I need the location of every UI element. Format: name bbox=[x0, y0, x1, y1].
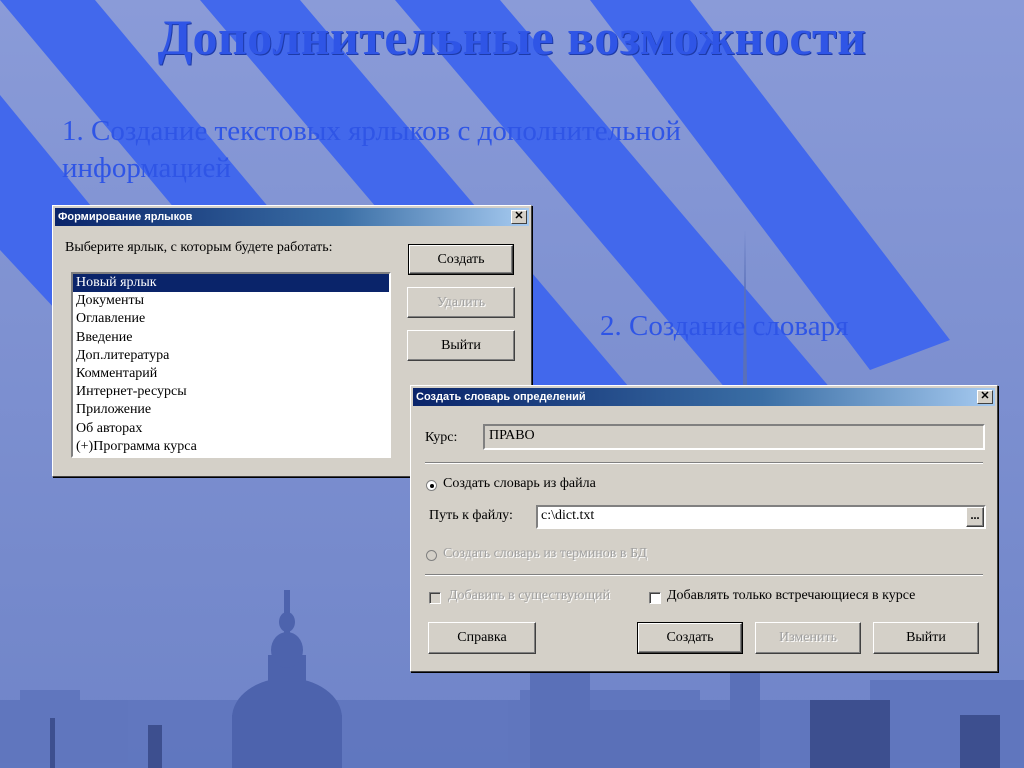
path-label: Путь к файлу: bbox=[429, 508, 513, 523]
exit-dictionary-button[interactable]: Выйти bbox=[873, 622, 979, 654]
radio-from-db-label[interactable]: Создать словарь из терминов в БД bbox=[443, 546, 647, 562]
list-item[interactable]: Комментарий bbox=[73, 365, 389, 383]
course-value: ПРАВО bbox=[489, 428, 535, 443]
create-label-button[interactable]: Создать bbox=[408, 244, 514, 275]
modify-dictionary-button[interactable]: Изменить bbox=[755, 622, 861, 654]
file-path-value: c:\dict.txt bbox=[541, 508, 595, 523]
browse-button[interactable]: ... bbox=[966, 507, 984, 527]
file-path-input[interactable]: c:\dict.txt ... bbox=[536, 505, 986, 529]
labels-dialog-title: Формирование ярлыков bbox=[58, 211, 193, 223]
only-course-checkbox[interactable] bbox=[649, 592, 661, 604]
radio-from-file-label[interactable]: Создать словарь из файла bbox=[443, 476, 596, 492]
labels-prompt: Выберите ярлык, с которым будете работат… bbox=[65, 240, 333, 255]
help-button[interactable]: Справка bbox=[428, 622, 536, 654]
create-dictionary-button[interactable]: Создать bbox=[637, 622, 743, 654]
list-item[interactable]: Приложение bbox=[73, 401, 389, 419]
point-2-text: 2. Создание словаря bbox=[600, 310, 849, 342]
list-item[interactable]: Новый ярлык bbox=[73, 274, 389, 293]
list-item[interactable]: Документы bbox=[73, 292, 389, 310]
list-item[interactable]: Интернет-ресурсы bbox=[73, 383, 389, 401]
separator bbox=[425, 574, 983, 576]
close-icon[interactable]: ✕ bbox=[511, 210, 527, 224]
list-item[interactable]: Оглавление bbox=[73, 310, 389, 328]
dictionary-dialog-title: Создать словарь определений bbox=[416, 391, 586, 403]
radio-from-db[interactable] bbox=[426, 550, 437, 561]
close-icon[interactable]: ✕ bbox=[977, 390, 993, 404]
slide-title: Дополнительные возможности bbox=[157, 9, 867, 65]
delete-label-button[interactable]: Удалить bbox=[407, 287, 515, 318]
only-course-label[interactable]: Добавлять только встречающиеся в курсе bbox=[667, 588, 915, 604]
list-item[interactable]: Доп.литература bbox=[73, 347, 389, 365]
course-field: ПРАВО bbox=[483, 424, 985, 450]
radio-from-file[interactable] bbox=[426, 480, 437, 491]
add-existing-label[interactable]: Добавить в существующий bbox=[448, 588, 610, 604]
exit-labels-button[interactable]: Выйти bbox=[407, 330, 515, 361]
list-item[interactable]: (+)Программа курса bbox=[73, 438, 389, 456]
course-label: Курс: bbox=[425, 430, 458, 445]
list-item[interactable]: Об авторах bbox=[73, 420, 389, 438]
add-existing-checkbox[interactable] bbox=[429, 592, 441, 604]
labels-listbox[interactable]: Новый ярлык Документы Оглавление Введени… bbox=[71, 272, 391, 458]
separator bbox=[425, 462, 983, 464]
point-1-text: 1. Создание текстовых ярлыков с дополнит… bbox=[62, 115, 681, 184]
dictionary-dialog: Создать словарь определений ✕ Курс: ПРАВ… bbox=[410, 385, 998, 672]
list-item[interactable]: Введение bbox=[73, 329, 389, 347]
labels-dialog-titlebar[interactable]: Формирование ярлыков ✕ bbox=[55, 208, 529, 226]
dictionary-dialog-titlebar[interactable]: Создать словарь определений ✕ bbox=[413, 388, 995, 406]
